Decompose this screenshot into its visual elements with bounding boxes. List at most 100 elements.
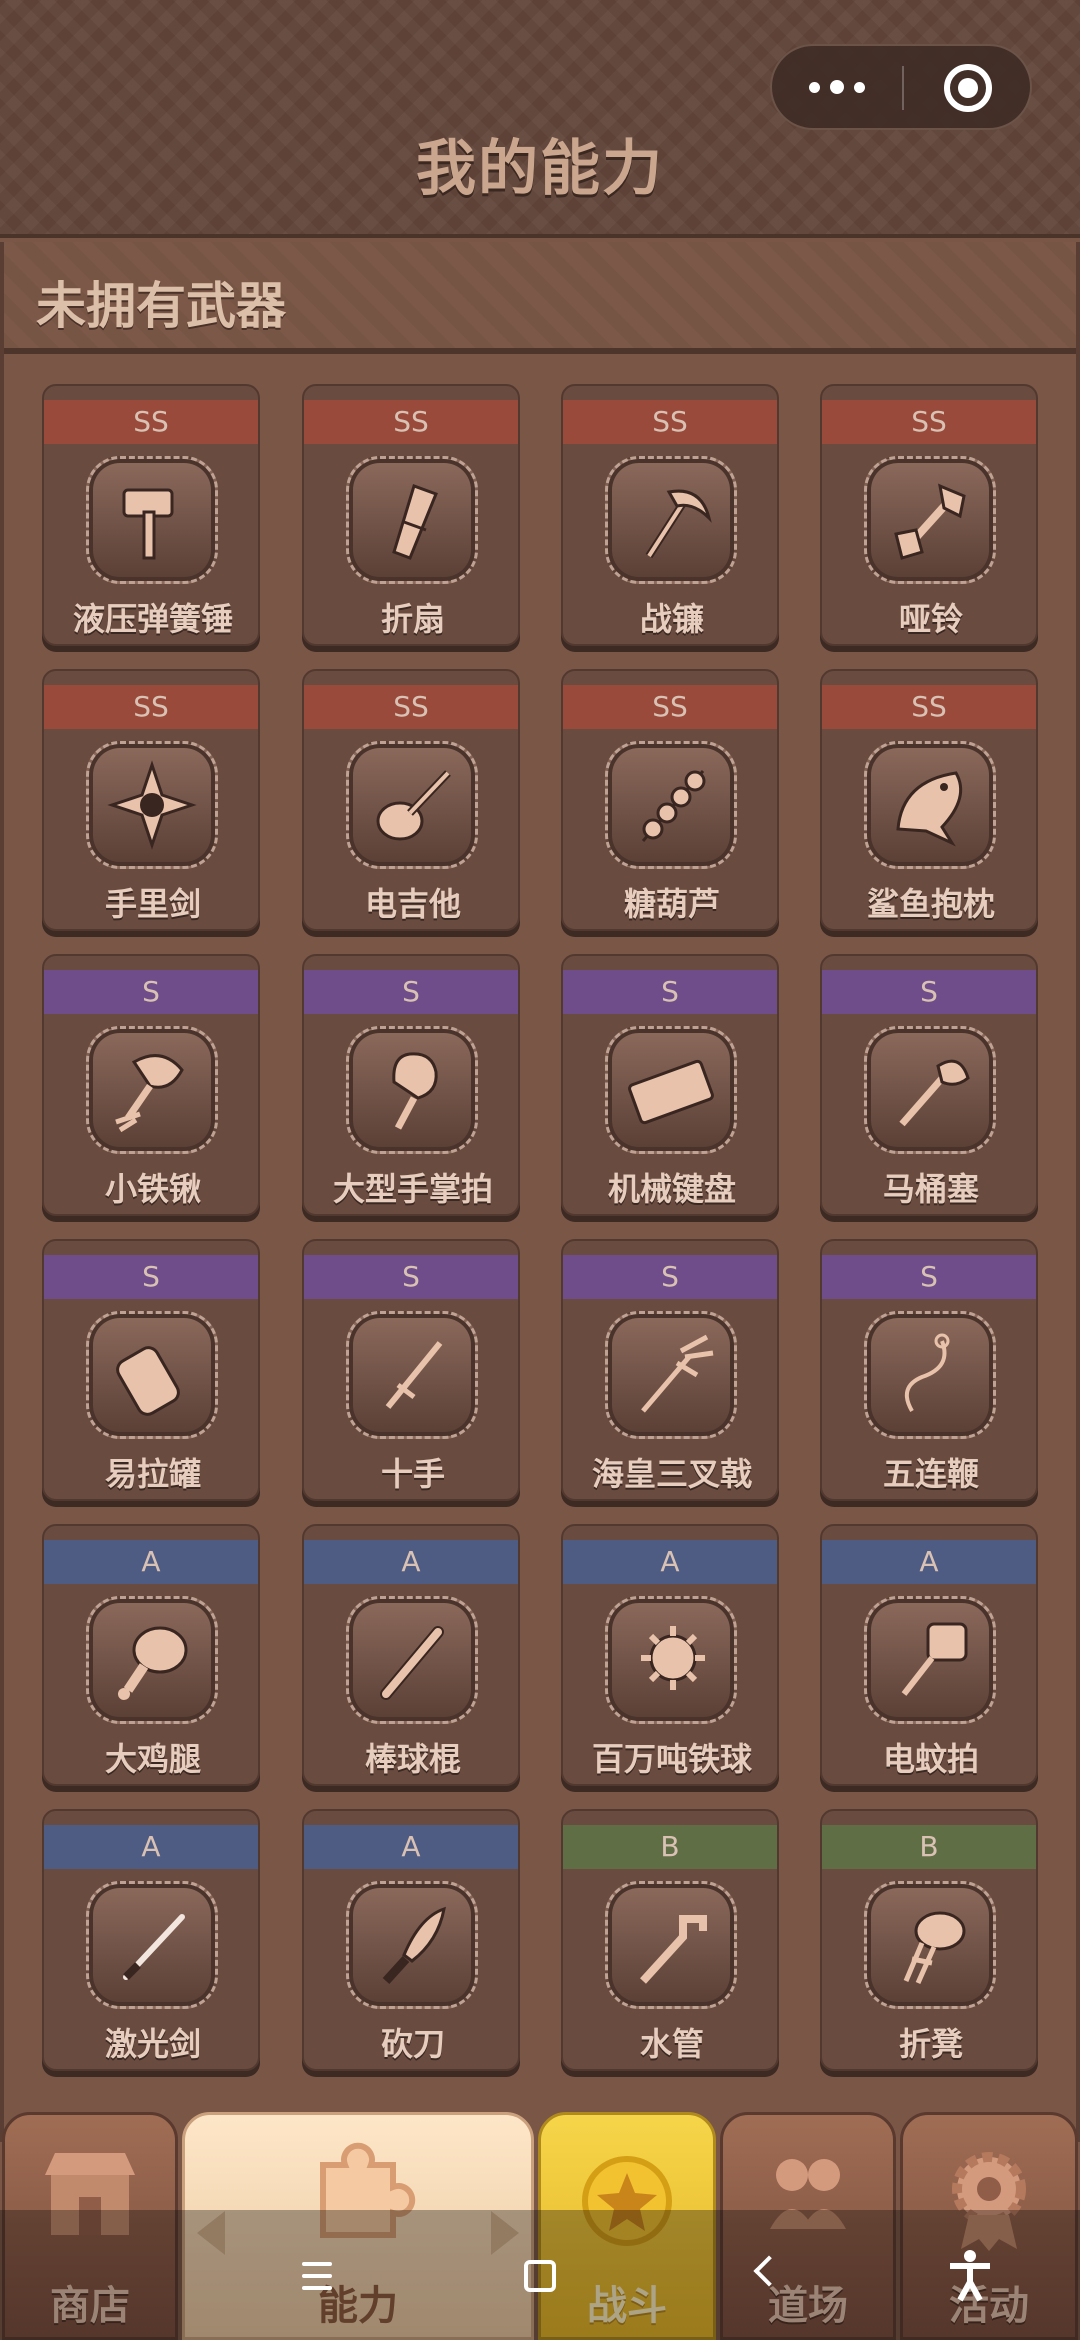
back-icon[interactable]: [753, 2255, 785, 2287]
weapon-grid: SS 液压弹簧锤 SS 折扇 SS 战镰 SS 哑铃 SS 手里剑 SS 电吉他 SS 糖葫芦 SS 鲨鱼抱枕…: [0, 360, 1080, 2120]
rarity-badge: A: [822, 1540, 1036, 1584]
more-dots-icon: [854, 81, 865, 93]
rarity-badge: B: [563, 1825, 777, 1869]
weapon-card[interactable]: SS 战镰: [561, 384, 779, 646]
weapon-icon-frame: [864, 741, 996, 869]
rarity-badge: SS: [563, 400, 777, 444]
weapon-icon-frame: [86, 1596, 218, 1724]
weapon-card[interactable]: B 折凳: [820, 1809, 1038, 2071]
weapon-card[interactable]: A 棒球棍: [302, 1524, 520, 1786]
weapon-name: 糖葫芦: [623, 885, 720, 923]
weapon-icon-frame: [346, 1311, 478, 1439]
page-title: 我的能力: [416, 134, 664, 204]
rarity-badge: A: [304, 1540, 518, 1584]
weapon-card[interactable]: A 砍刀: [302, 1809, 520, 2071]
weapon-name: 折扇: [380, 600, 445, 638]
weapon-name: 电蚊拍: [882, 1740, 979, 1778]
weapon-card[interactable]: S 小铁锹: [42, 954, 260, 1216]
weapon-card[interactable]: SS 液压弹簧锤: [42, 384, 260, 646]
dumbbell-icon: [894, 483, 966, 560]
weapon-card[interactable]: A 激光剑: [42, 1809, 260, 2071]
weapon-card[interactable]: SS 糖葫芦: [561, 669, 779, 931]
weapon-name: 折凳: [898, 2025, 963, 2063]
candied-haws-icon: [641, 770, 706, 842]
weapon-icon-frame: [86, 741, 218, 869]
weapon-card[interactable]: SS 电吉他: [302, 669, 520, 931]
weapon-card[interactable]: SS 鲨鱼抱枕: [820, 669, 1038, 931]
weapon-icon-frame: [864, 1596, 996, 1724]
weapon-card[interactable]: S 大型手掌拍: [302, 954, 520, 1216]
menu-icon[interactable]: [286, 2246, 346, 2306]
target-icon[interactable]: [944, 64, 992, 112]
weapon-card[interactable]: S 十手: [302, 1239, 520, 1501]
weapon-name: 手里剑: [104, 885, 201, 923]
weapon-icon-frame: [605, 456, 737, 584]
swatter-icon: [901, 1622, 968, 1696]
weapon-name: 十手: [380, 1455, 445, 1493]
rarity-badge: A: [44, 1825, 258, 1869]
weapon-icon-frame: [864, 1881, 996, 2009]
drumstick-icon: [118, 1626, 188, 1700]
weapon-icon-frame: [86, 1881, 218, 2009]
rarity-badge: S: [563, 970, 777, 1014]
scythe-icon: [645, 489, 712, 559]
weapon-icon-frame: [346, 1596, 478, 1724]
weapon-card[interactable]: SS 哑铃: [820, 384, 1038, 646]
can-icon: [116, 1346, 180, 1416]
weapon-card[interactable]: S 海皇三叉戟: [561, 1239, 779, 1501]
weapon-name: 液压弹簧锤: [72, 600, 233, 638]
rarity-badge: SS: [822, 400, 1036, 444]
weapon-name: 五连鞭: [882, 1455, 979, 1493]
weapon-card[interactable]: SS 折扇: [302, 384, 520, 646]
weapon-name: 易拉罐: [104, 1455, 201, 1493]
weapon-name: 棒球棍: [364, 1740, 461, 1778]
weapon-icon-frame: [346, 741, 478, 869]
weapon-icon-frame: [346, 456, 478, 584]
weapon-icon-frame: [605, 1026, 737, 1154]
accessibility-icon[interactable]: [940, 2246, 1000, 2310]
plunger-icon: [899, 1059, 970, 1127]
guitar-icon: [376, 770, 451, 841]
weapon-card[interactable]: SS 手里剑: [42, 669, 260, 931]
section-header: 未拥有武器: [0, 242, 1080, 354]
weapon-name: 水管: [639, 2025, 704, 2063]
rarity-badge: SS: [563, 685, 777, 729]
rarity-badge: S: [304, 1255, 518, 1299]
rarity-badge: SS: [822, 685, 1036, 729]
weapon-card[interactable]: S 马桶塞: [820, 954, 1038, 1216]
whip-icon: [904, 1333, 950, 1413]
system-navigation-bar: [0, 2210, 1080, 2340]
weapon-name: 机械键盘: [607, 1170, 736, 1208]
rarity-badge: S: [822, 1255, 1036, 1299]
weapon-icon-frame: [864, 1026, 996, 1154]
weapon-card[interactable]: B 水管: [561, 1809, 779, 2071]
weapon-name: 马桶塞: [882, 1170, 979, 1208]
weapon-card[interactable]: S 机械键盘: [561, 954, 779, 1216]
weapon-card[interactable]: S 易拉罐: [42, 1239, 260, 1501]
weapon-icon-frame: [605, 741, 737, 869]
weapon-card[interactable]: A 电蚊拍: [820, 1524, 1038, 1786]
weapon-name: 砍刀: [380, 2025, 445, 2063]
home-square-icon[interactable]: [524, 2260, 556, 2292]
weapon-card[interactable]: S 五连鞭: [820, 1239, 1038, 1501]
shark-pillow-icon: [896, 771, 963, 847]
trident-icon: [641, 1334, 714, 1413]
more-button[interactable]: [772, 46, 902, 128]
mini-program-capsule: [770, 44, 1032, 130]
rarity-badge: SS: [304, 685, 518, 729]
lightsaber-icon: [123, 1914, 185, 1980]
rarity-badge: A: [304, 1825, 518, 1869]
weapon-icon-frame: [86, 456, 218, 584]
machete-icon: [382, 1906, 446, 1985]
stool-icon: [903, 1911, 966, 1985]
fan-icon: [392, 484, 438, 560]
weapon-icon-frame: [86, 1311, 218, 1439]
weapon-name: 激光剑: [104, 2025, 201, 2063]
hammer-icon: [122, 488, 174, 560]
weapon-icon-frame: [346, 1881, 478, 2009]
baseball-bat-icon: [380, 1626, 444, 1700]
weapon-card[interactable]: A 百万吨铁球: [561, 1524, 779, 1786]
rarity-badge: S: [563, 1255, 777, 1299]
weapon-card[interactable]: A 大鸡腿: [42, 1524, 260, 1786]
rarity-badge: S: [822, 970, 1036, 1014]
